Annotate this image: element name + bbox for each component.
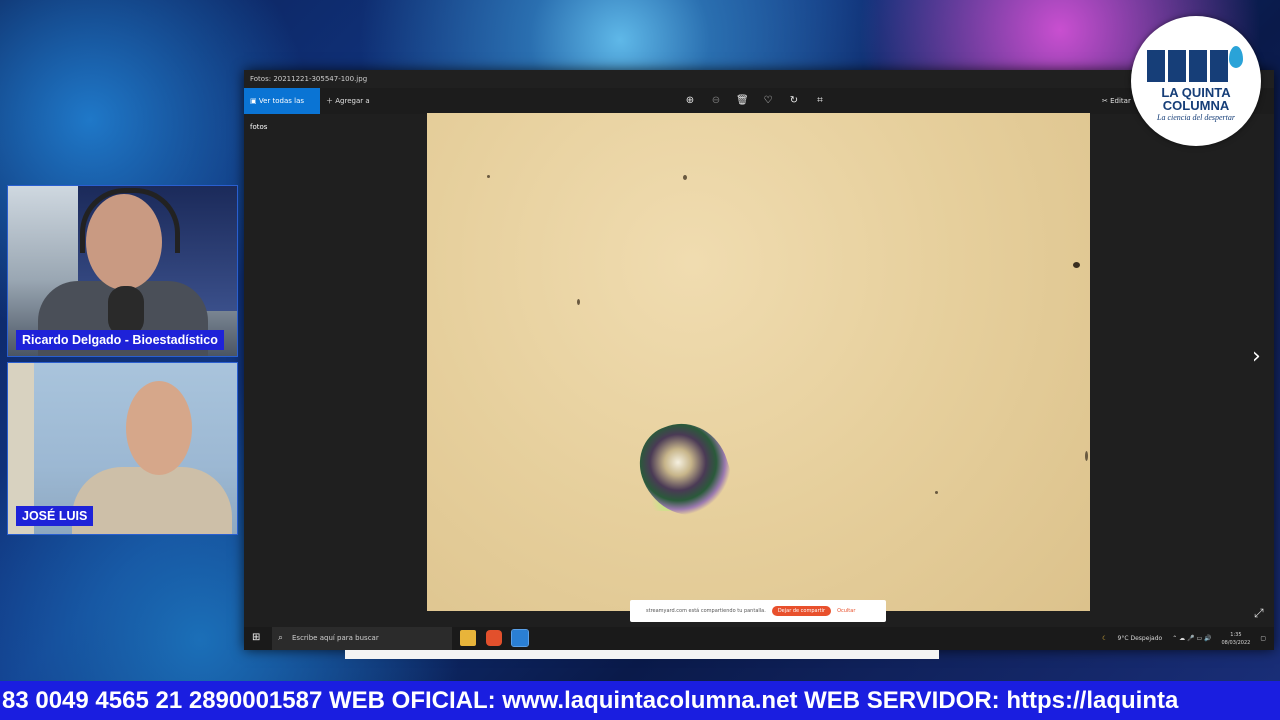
plus-icon: ＋ xyxy=(326,97,336,105)
ticker-text: 83 0049 4565 21 2890001587 WEB OFICIAL: … xyxy=(2,687,1179,714)
zoom-out-icon[interactable]: ⊖ xyxy=(710,95,722,107)
speck xyxy=(487,175,490,178)
photos-app-icon[interactable] xyxy=(511,629,529,647)
edit-button[interactable]: ✂ Editar xyxy=(1102,88,1131,114)
trash-icon[interactable]: 🗑 xyxy=(736,95,749,107)
clock-date: 08/03/2022 xyxy=(1221,639,1251,646)
add-to-label: Agregar a xyxy=(335,97,370,105)
windows-taskbar: ⊞ ⌕ Escribe aquí para buscar ☾ 9°C Despe… xyxy=(244,627,1274,650)
see-all-photos-button[interactable]: ▣ Ver todas las fotos xyxy=(244,88,320,131)
stop-sharing-button[interactable]: Dejar de compartir xyxy=(771,606,832,616)
camera-feed-jose: JOSÉ LUIS xyxy=(7,362,238,535)
screen-share-notice: streamyard.com está compartiendo tu pant… xyxy=(630,600,886,622)
brave-browser-icon[interactable] xyxy=(486,630,502,646)
taskbar-apps xyxy=(460,629,529,647)
edit-icon: ✂ xyxy=(1102,97,1111,105)
search-icon: ⌕ xyxy=(278,633,284,643)
moon-weather-icon: ☾ xyxy=(1102,635,1108,642)
search-placeholder: Escribe aquí para buscar xyxy=(292,634,379,642)
see-all-label: Ver todas las fotos xyxy=(250,97,305,131)
crop-icon[interactable]: ⌗ xyxy=(814,95,826,107)
logo-tagline: La ciencia del despertar xyxy=(1157,113,1235,122)
photo-tools: ⊕ ⊖ 🗑 ♡ ↻ ⌗ xyxy=(684,88,826,114)
taskbar-clock[interactable]: 1:35 08/03/2022 xyxy=(1222,631,1251,647)
edit-label: Editar xyxy=(1110,97,1131,105)
microphone-icon xyxy=(108,286,144,336)
screen-share-window: Fotos: 20211221-305547-100.jpg ▣ Ver tod… xyxy=(244,70,1274,650)
photos-toolbar: ▣ Ver todas las fotos ＋ Agregar a ⊕ ⊖ 🗑 … xyxy=(244,88,1274,131)
hide-button[interactable]: Ocultar xyxy=(837,608,855,614)
tray-icons[interactable]: ⌃ ☁ 🎤 ▭ 🔊 xyxy=(1172,635,1211,642)
la-quinta-columna-logo: LA QUINTA COLUMNA La ciencia del despert… xyxy=(1131,16,1261,146)
photos-title-bar: Fotos: 20211221-305547-100.jpg xyxy=(244,70,1274,88)
camera-feed-ricardo: Ricardo Delgado - Bioestadístico xyxy=(7,185,238,357)
person-body xyxy=(72,467,232,534)
nameplate-ricardo: Ricardo Delgado - Bioestadístico xyxy=(16,330,224,350)
logo-line2: COLUMNA xyxy=(1162,98,1230,113)
speck xyxy=(1085,451,1088,461)
add-to-button[interactable]: ＋ Agregar a xyxy=(326,88,370,114)
share-message: streamyard.com está compartiendo tu pant… xyxy=(646,608,766,614)
speck xyxy=(683,175,687,180)
taskbar-search-input[interactable]: ⌕ Escribe aquí para buscar xyxy=(272,627,452,650)
nameplate-jose: JOSÉ LUIS xyxy=(16,506,94,526)
speck xyxy=(935,491,938,494)
system-tray: ☾ 9°C Despejado ⌃ ☁ 🎤 ▭ 🔊 1:35 08/03/202… xyxy=(1102,627,1266,650)
expand-icon[interactable]: ⤢ xyxy=(1254,606,1264,621)
photos-icon: ▣ xyxy=(250,97,259,105)
speck xyxy=(577,299,580,305)
clock-time: 1:35 xyxy=(1230,631,1242,638)
speck xyxy=(1073,262,1080,268)
water-drop-icon xyxy=(1229,46,1243,68)
microscope-photo xyxy=(427,113,1090,611)
logo-columns-icon xyxy=(1147,50,1228,82)
heart-icon[interactable]: ♡ xyxy=(762,95,774,107)
white-strip xyxy=(345,650,939,659)
zoom-in-icon[interactable]: ⊕ xyxy=(684,95,696,107)
notifications-icon[interactable]: ▢ xyxy=(1260,635,1266,642)
bottom-ticker: 83 0049 4565 21 2890001587 WEB OFICIAL: … xyxy=(0,681,1280,720)
windows-start-icon[interactable]: ⊞ xyxy=(252,632,260,643)
rotate-icon[interactable]: ↻ xyxy=(788,95,800,107)
person-head xyxy=(126,381,192,475)
file-explorer-icon[interactable] xyxy=(460,630,476,646)
chevron-right-icon[interactable]: › xyxy=(1252,346,1261,368)
logo-title: LA QUINTA COLUMNA xyxy=(1131,86,1261,112)
weather-label[interactable]: 9°C Despejado xyxy=(1118,635,1163,642)
